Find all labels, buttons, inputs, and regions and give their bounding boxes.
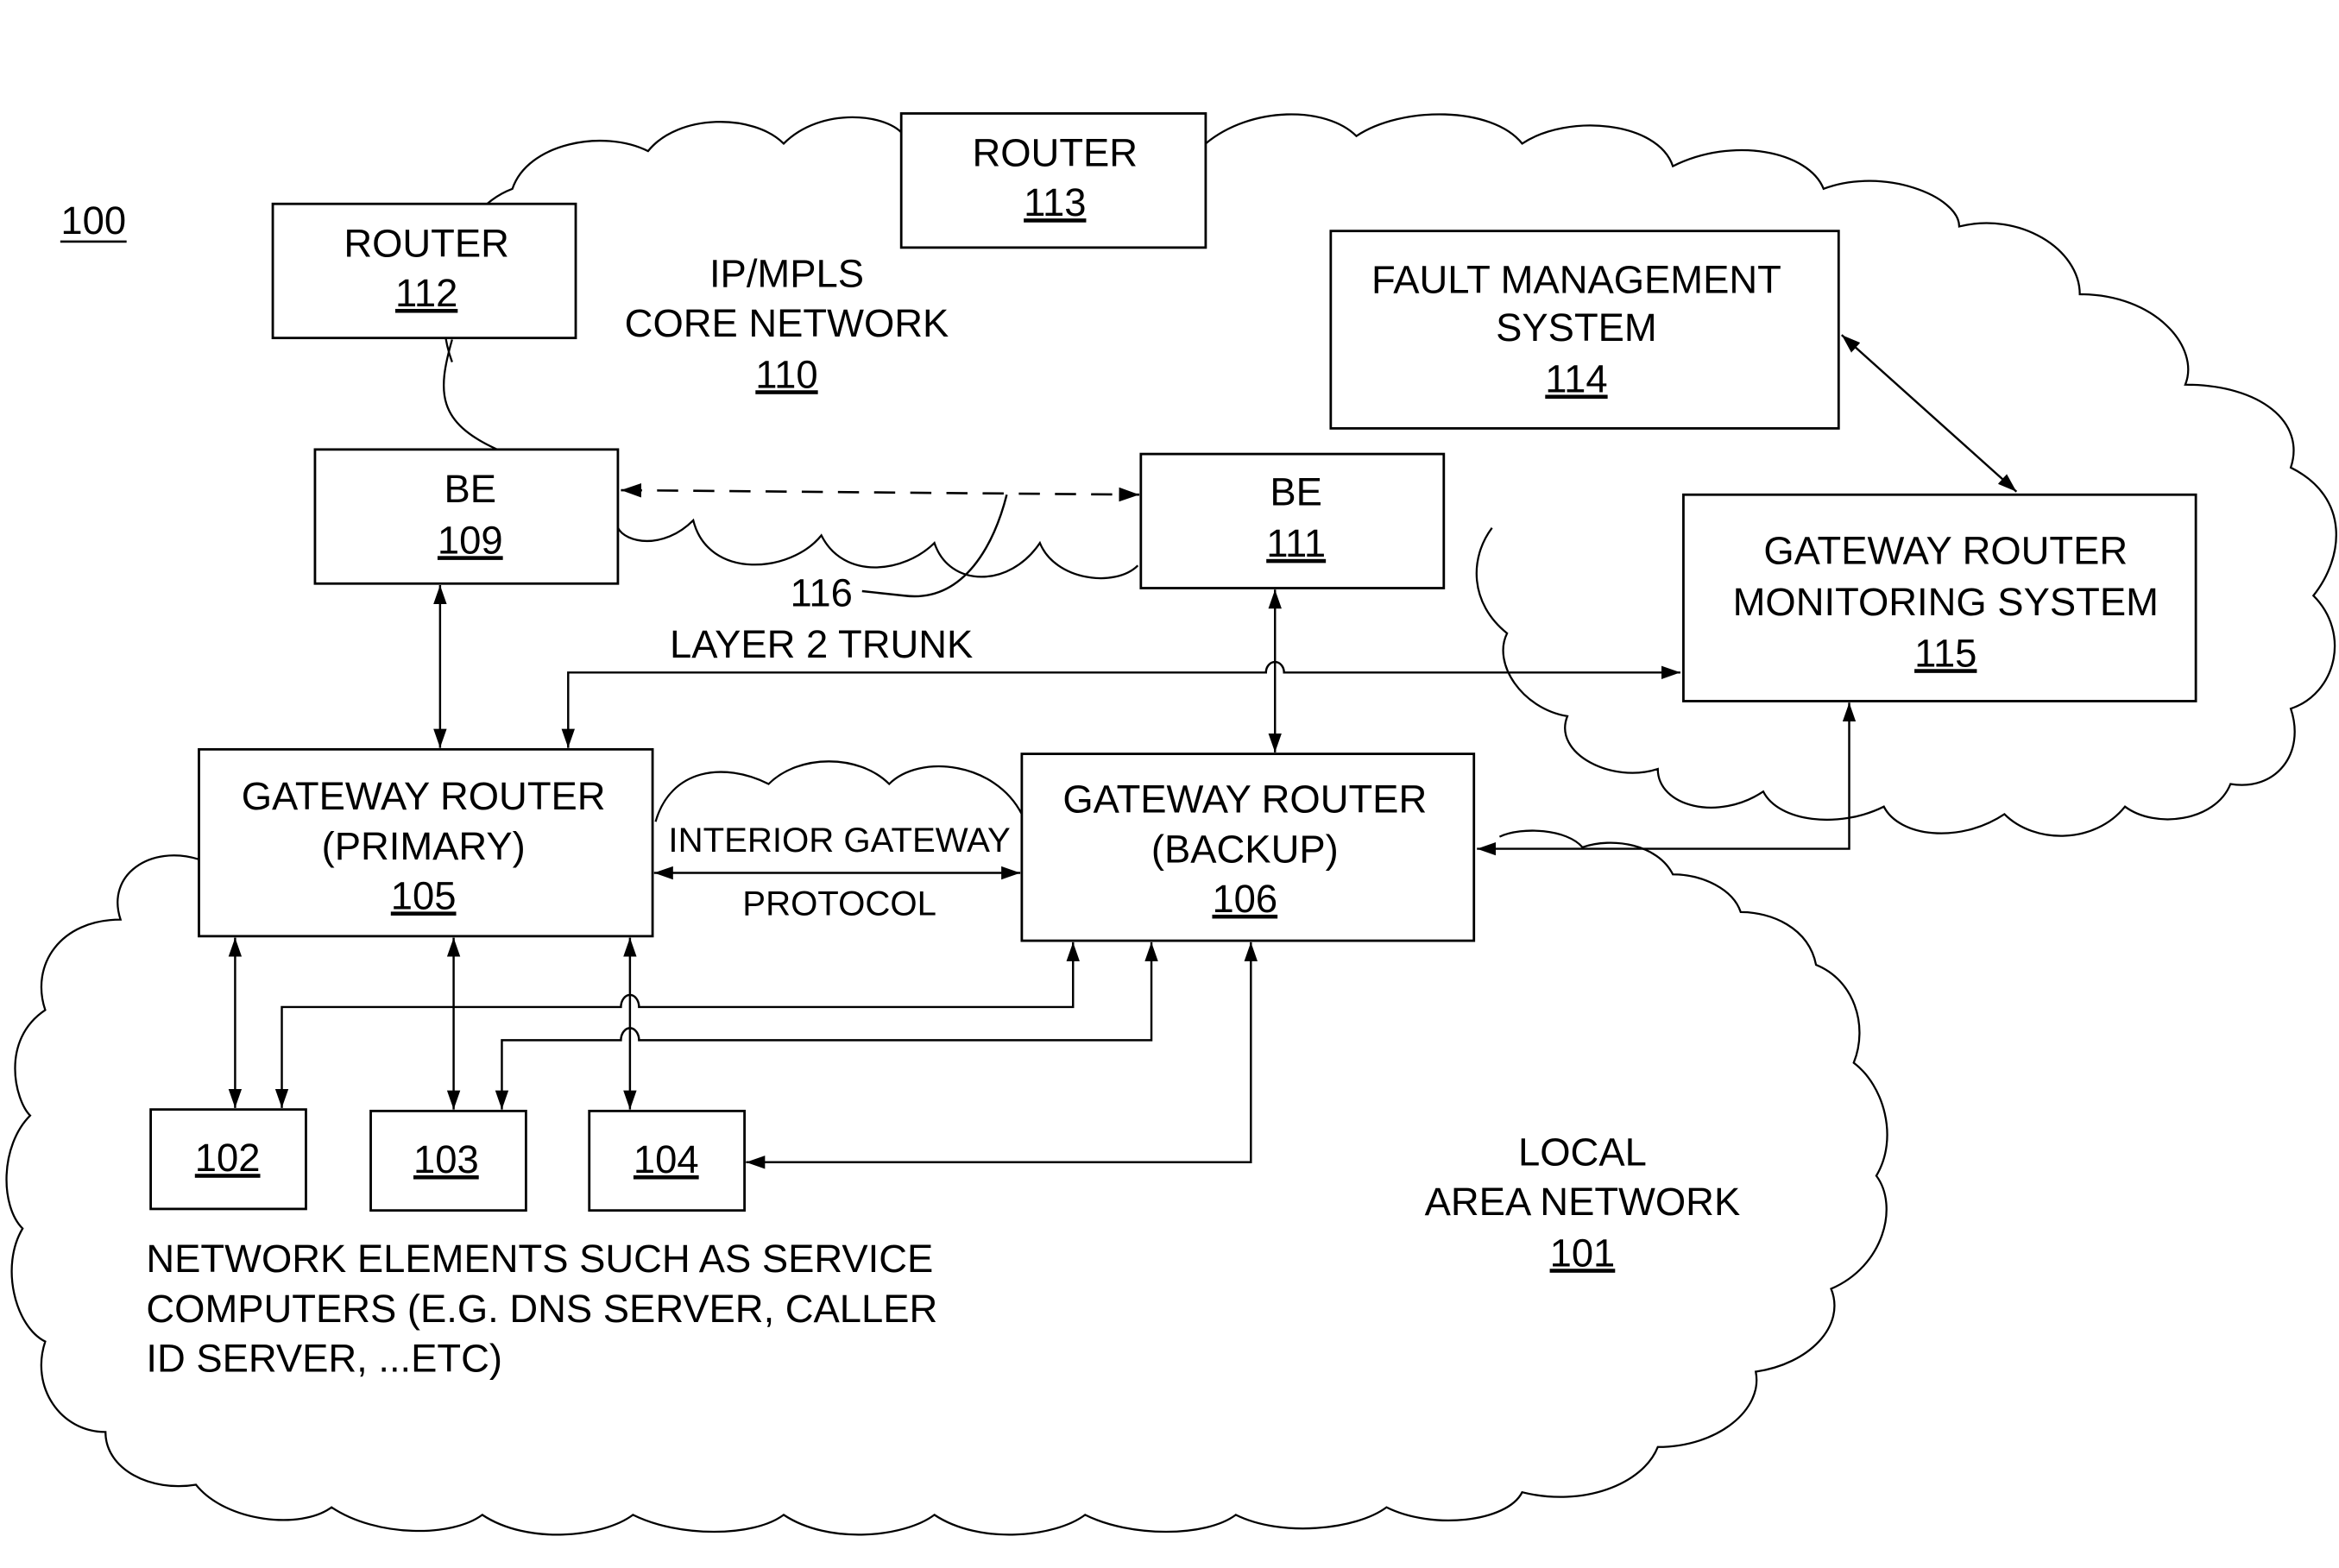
be-109[interactable]: BE 109 bbox=[313, 448, 620, 585]
figure-label: 100 bbox=[60, 198, 126, 242]
grms-label-2: MONITORING SYSTEM bbox=[1733, 580, 2159, 624]
gr106-label: GATEWAY ROUTER bbox=[1062, 778, 1427, 822]
gr105-label: GATEWAY ROUTER bbox=[242, 774, 606, 818]
gateway-router-backup-106[interactable]: GATEWAY ROUTER (BACKUP) 106 bbox=[1020, 753, 1476, 942]
gr106-label-2: (BACKUP) bbox=[1151, 827, 1339, 871]
layer2-trunk-link bbox=[621, 482, 1140, 502]
ne103-ref: 103 bbox=[413, 1137, 479, 1181]
gr105-label-2: (PRIMARY) bbox=[322, 824, 526, 868]
lan-label: LOCAL bbox=[1518, 1130, 1647, 1174]
core-network-label: IP/MPLS bbox=[709, 251, 864, 295]
network-element-102[interactable]: 102 bbox=[149, 1108, 307, 1211]
be-111-label: BE bbox=[1270, 469, 1322, 513]
ne104-ref: 104 bbox=[634, 1137, 699, 1181]
network-element-103[interactable]: 103 bbox=[369, 1110, 527, 1212]
router-113-label: ROUTER bbox=[972, 131, 1138, 175]
trunk-label: LAYER 2 TRUNK bbox=[670, 622, 973, 666]
ne-description-1: NETWORK ELEMENTS SUCH AS SERVICE bbox=[146, 1237, 933, 1281]
igp-label-2: PROTOCOL bbox=[742, 884, 936, 923]
be-109-label: BE bbox=[444, 467, 497, 511]
fms-label: FAULT MANAGEMENT bbox=[1371, 257, 1781, 301]
gateway-router-monitoring-system-115[interactable]: GATEWAY ROUTER MONITORING SYSTEM 115 bbox=[1682, 493, 2197, 702]
ne-description-2: COMPUTERS (E.G. DNS SERVER, CALLER bbox=[146, 1287, 937, 1331]
grms-ref: 115 bbox=[1914, 631, 1976, 675]
router-112-ref: 112 bbox=[395, 271, 457, 315]
ne-description-3: ID SERVER, ...ETC) bbox=[146, 1336, 502, 1380]
core-network-label-2: CORE NETWORK bbox=[625, 301, 949, 345]
network-diagram: 100 ROUTER 112 ROUTER 113 IP/MPLS CORE N… bbox=[5, 112, 2337, 1536]
link-gr106-ne103 bbox=[495, 941, 1158, 1110]
fms-ref: 114 bbox=[1545, 357, 1607, 401]
link-fms-grms bbox=[1840, 334, 2018, 493]
be-111-ref: 111 bbox=[1266, 521, 1326, 565]
link-grms-gr106 bbox=[1477, 702, 1857, 856]
gr106-ref: 106 bbox=[1212, 877, 1277, 921]
be-109-ref: 109 bbox=[438, 518, 503, 562]
lan-ref: 101 bbox=[1550, 1231, 1616, 1275]
network-element-104[interactable]: 104 bbox=[588, 1110, 746, 1212]
gr105-ref: 105 bbox=[391, 873, 457, 917]
lan-label-2: AREA NETWORK bbox=[1425, 1180, 1741, 1224]
igp-label: INTERIOR GATEWAY bbox=[668, 821, 1010, 860]
link-gr105-grms bbox=[561, 660, 1680, 748]
fms-label-2: SYSTEM bbox=[1496, 305, 1657, 349]
trunk-ref: 116 bbox=[790, 570, 852, 614]
router-113[interactable]: ROUTER 113 bbox=[899, 112, 1207, 249]
router-112[interactable]: ROUTER 112 bbox=[271, 202, 577, 340]
ne102-ref: 102 bbox=[195, 1136, 261, 1180]
link-gr106-ne102 bbox=[274, 941, 1080, 1108]
grms-label: GATEWAY ROUTER bbox=[1763, 529, 2128, 573]
link-gr106-ne104 bbox=[746, 941, 1258, 1169]
router-113-ref: 113 bbox=[1024, 180, 1086, 224]
core-network-ref: 110 bbox=[755, 352, 817, 396]
be-111[interactable]: BE 111 bbox=[1139, 452, 1446, 589]
gateway-router-primary-105[interactable]: GATEWAY ROUTER (PRIMARY) 105 bbox=[198, 747, 654, 938]
fault-management-system-114[interactable]: FAULT MANAGEMENT SYSTEM 114 bbox=[1329, 230, 1840, 430]
router-112-label: ROUTER bbox=[344, 221, 509, 265]
core-cloud-connector bbox=[443, 339, 498, 450]
